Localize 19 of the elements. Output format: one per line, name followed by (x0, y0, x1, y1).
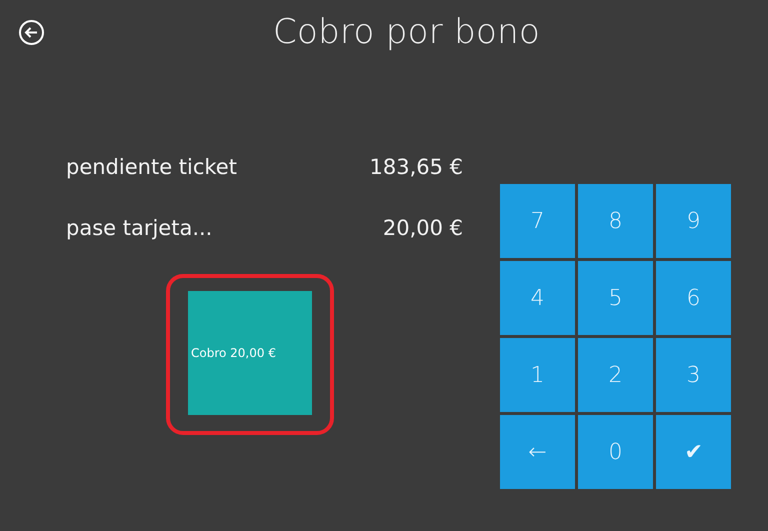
keypad-key[interactable]: 4 (500, 261, 575, 335)
keypad-key[interactable]: 7 (500, 184, 575, 258)
summary-label: pase tarjeta... (66, 215, 212, 242)
keypad-key[interactable]: 3 (656, 338, 731, 412)
keypad-key[interactable]: 5 (578, 261, 653, 335)
payment-tile[interactable]: Cobro 20,00 € (188, 291, 312, 415)
keypad-key[interactable]: ✔ (656, 415, 731, 489)
summary-label: pendiente ticket (66, 154, 237, 181)
page-title: Cobro por bono (273, 10, 540, 54)
keypad-key[interactable]: 1 (500, 338, 575, 412)
summary-amount: 183,65 € (369, 154, 463, 181)
summary-amount: 20,00 € (382, 215, 463, 242)
keypad-key[interactable]: 2 (578, 338, 653, 412)
keypad-key[interactable]: 6 (656, 261, 731, 335)
keypad-key[interactable]: ← (500, 415, 575, 489)
keypad-key[interactable]: 8 (578, 184, 653, 258)
back-button[interactable] (18, 18, 45, 46)
keypad-key[interactable]: 9 (656, 184, 731, 258)
keypad-key[interactable]: 0 (578, 415, 653, 489)
